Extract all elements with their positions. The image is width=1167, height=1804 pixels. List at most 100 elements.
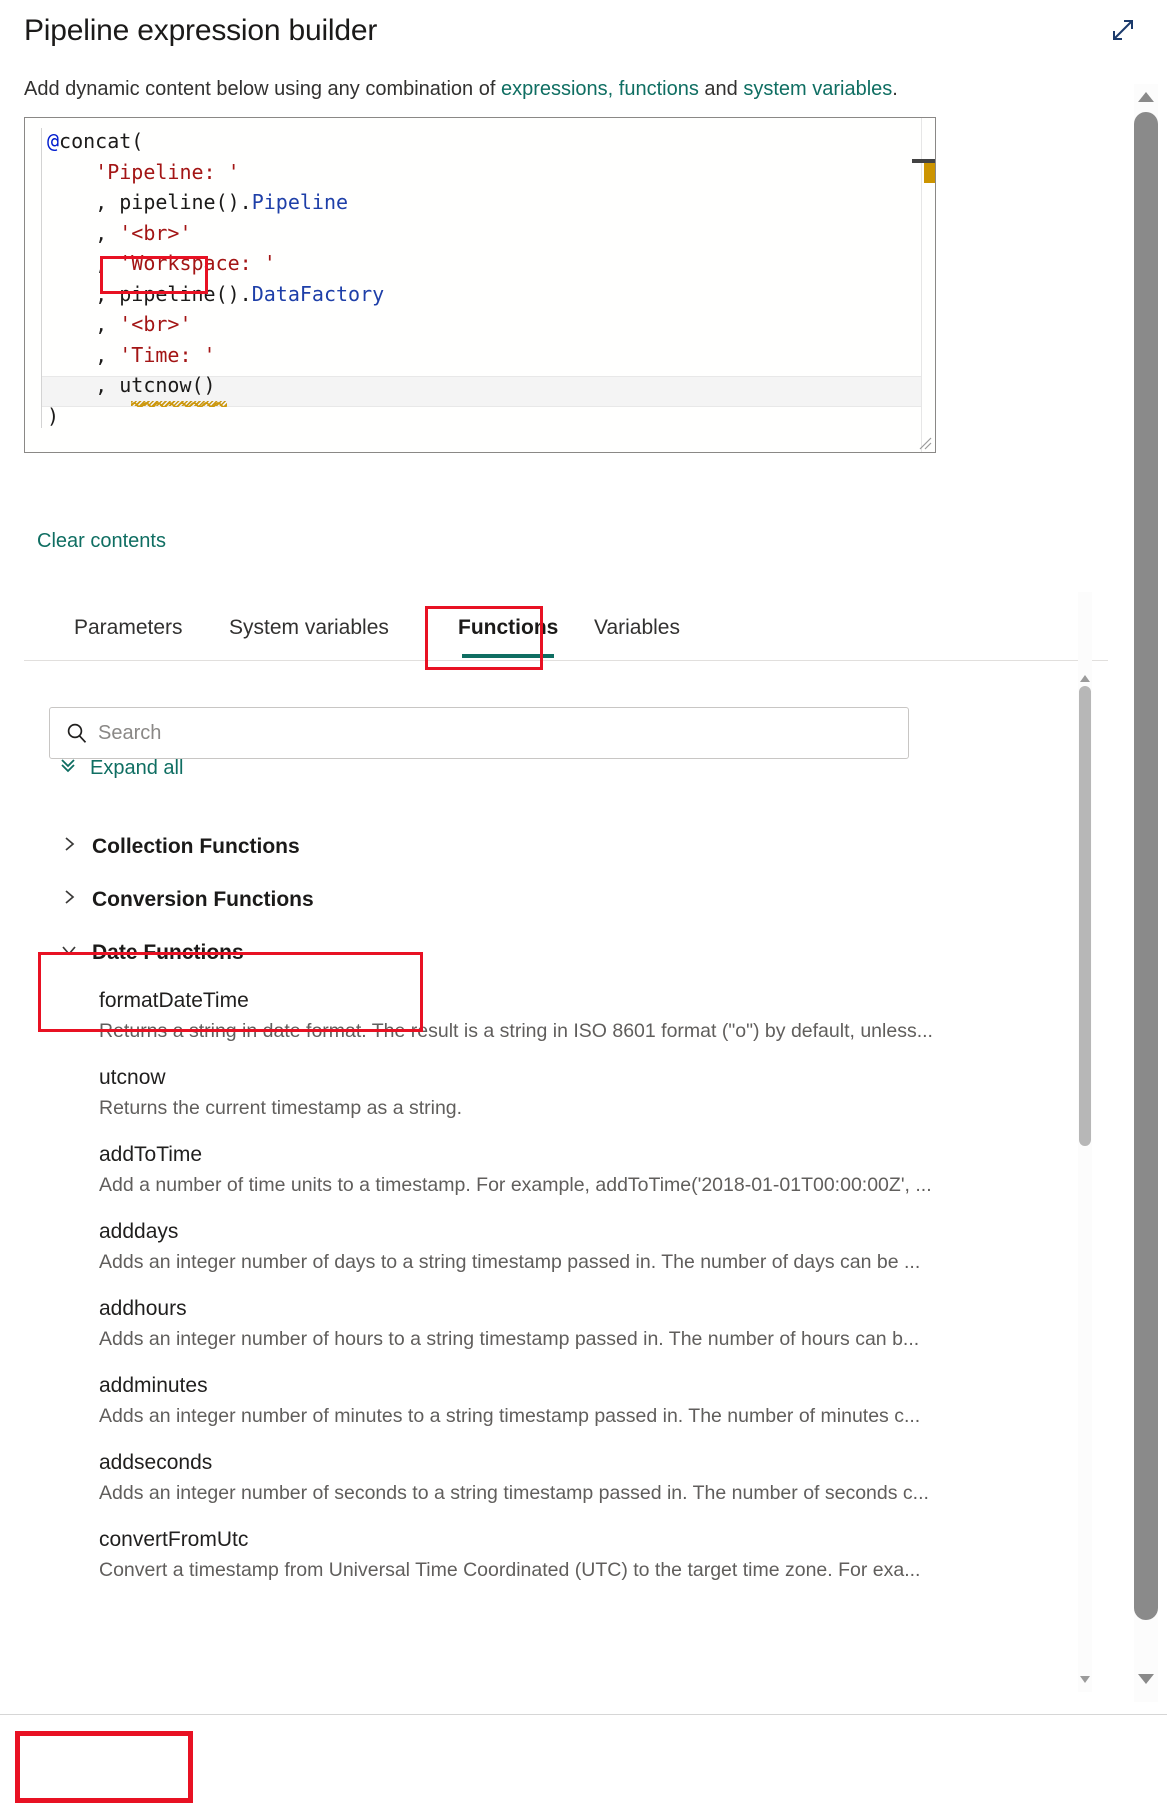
tree-group-date-functions[interactable]: Date Functions <box>49 926 1084 979</box>
tab-variables[interactable]: Variables <box>594 600 680 660</box>
chevron-right-icon <box>60 888 78 911</box>
subtitle-mid: and <box>698 78 744 100</box>
code-token: utcnow() <box>119 373 216 397</box>
search-box[interactable] <box>49 707 909 759</box>
code-token: , <box>47 251 120 275</box>
function-name: adddays <box>99 1220 179 1243</box>
tab-label: Parameters <box>74 616 183 639</box>
tree-group-label: Collection Functions <box>92 834 300 858</box>
code-token: pipeline() <box>119 281 240 306</box>
dialog-subtitle: Add dynamic content below using any comb… <box>24 78 898 101</box>
tab-functions[interactable]: Functions <box>458 600 558 660</box>
function-name: addToTime <box>99 1143 203 1166</box>
expand-dialog-button[interactable] <box>1101 10 1145 54</box>
tab-label: Functions <box>458 616 559 639</box>
editor-line-1: @concat( <box>47 126 384 157</box>
link-functions[interactable]: functions <box>619 78 699 100</box>
code-token: , <box>47 312 120 336</box>
link-system-variables[interactable]: system variables <box>743 78 892 100</box>
functions-list-scrollbar-thumb[interactable] <box>1079 686 1091 1146</box>
dialog-scroll-down-arrow[interactable] <box>1134 1668 1158 1690</box>
functions-list-scroll-down-arrow[interactable] <box>1079 1672 1091 1686</box>
function-description: Adds an integer number of seconds to a s… <box>99 1482 929 1504</box>
link-expressions[interactable]: expressions, <box>501 78 613 100</box>
editor-line-8: , 'Time: ' <box>47 340 384 371</box>
function-name: formatDateTime <box>99 989 249 1012</box>
dialog-header: Pipeline expression builder <box>0 0 1167 72</box>
editor-line-9: , utcnow() <box>47 370 384 401</box>
code-token: '<br>' <box>119 312 192 336</box>
function-description: Adds an integer number of minutes to a s… <box>99 1405 921 1427</box>
expand-all-button[interactable]: Expand all <box>58 755 183 781</box>
tree-group-label: Conversion Functions <box>92 887 314 911</box>
function-name: addseconds <box>99 1451 213 1474</box>
function-list-item[interactable]: convertFromUtc Convert a timestamp from U… <box>49 1518 1084 1595</box>
function-description: Convert a timestamp from Universal Time … <box>99 1559 921 1581</box>
code-token: , <box>47 342 120 367</box>
code-token: Pipeline <box>251 190 349 214</box>
code-token: 'Time: ' <box>119 342 216 367</box>
code-token: concat( <box>59 129 144 153</box>
function-name: utcnow <box>99 1066 166 1089</box>
function-list-item[interactable]: addminutes Adds an integer number of minu… <box>49 1364 1084 1441</box>
function-list-item[interactable]: addseconds Adds an integer number of seco… <box>49 1441 1084 1518</box>
function-list-item[interactable]: addToTime Add a number of time units to a… <box>49 1133 1084 1210</box>
tab-label: Variables <box>594 616 680 639</box>
editor-line-7: , '<br>' <box>47 309 384 340</box>
tab-label: System variables <box>229 616 389 639</box>
function-list-item[interactable]: addhours Adds an integer number of hours … <box>49 1287 1084 1364</box>
tree-group-collection-functions[interactable]: Collection Functions <box>49 820 1084 873</box>
search-input[interactable] <box>98 721 908 745</box>
code-token: ) <box>47 403 60 428</box>
code-token: @ <box>47 129 60 153</box>
code-token: , <box>47 220 120 245</box>
editor-line-3: , pipeline().Pipeline <box>47 187 384 218</box>
editor-line-6: , pipeline().DataFactory <box>47 279 384 310</box>
function-list-item[interactable]: utcnow Returns the current timestamp as a… <box>49 1056 1084 1133</box>
search-icon <box>66 722 88 744</box>
functions-list-panel: Collection Functions Conversion Functions… <box>49 820 1084 1690</box>
chevron-right-icon <box>60 835 78 858</box>
code-token: pipeline() <box>119 190 240 214</box>
code-token: '<br>' <box>119 220 192 245</box>
function-list-item[interactable]: formatDateTime Returns a string in date f… <box>49 979 1084 1056</box>
subtitle-suffix: . <box>892 78 898 100</box>
editor-line-5: , 'Workspace: ' <box>47 248 384 279</box>
functions-list-scroll-up-arrow[interactable] <box>1079 672 1091 686</box>
function-name: convertFromUtc <box>99 1528 249 1551</box>
function-description: Add a number of time units to a timestam… <box>99 1174 932 1196</box>
tab-system-variables[interactable]: System variables <box>229 600 389 660</box>
dialog-scroll-up-arrow[interactable] <box>1134 86 1158 108</box>
code-token: DataFactory <box>251 281 385 306</box>
dialog-footer: OK Cancel <box>0 1715 1167 1804</box>
clear-contents-link[interactable]: Clear contents <box>37 530 166 553</box>
tab-bar-divider <box>24 660 1108 661</box>
editor-overview-ruler[interactable] <box>912 118 935 452</box>
dialog-scrollbar-thumb[interactable] <box>1134 112 1158 1620</box>
function-name: addhours <box>99 1297 187 1320</box>
editor-resize-handle[interactable] <box>918 436 932 450</box>
code-token: 'Pipeline: ' <box>95 159 240 184</box>
tab-bar: Parameters System variables Functions Varia… <box>24 600 1104 664</box>
code-token: , <box>47 190 120 214</box>
expand-all-label: Expand all <box>90 756 184 779</box>
editor-code-content[interactable]: @concat( 'Pipeline: ' , pipeline().Pipel… <box>47 126 384 431</box>
function-description: Returns the current timestamp as a strin… <box>99 1097 463 1119</box>
editor-line-2: 'Pipeline: ' <box>47 157 384 188</box>
expand-diagonal-icon <box>1108 15 1138 50</box>
editor-gutter <box>25 118 41 452</box>
editor-line-4: , '<br>' <box>47 218 384 249</box>
tree-group-conversion-functions[interactable]: Conversion Functions <box>49 873 1084 926</box>
function-list-item[interactable]: adddays Adds an integer number of days to… <box>49 1210 1084 1287</box>
expression-editor[interactable]: @concat( 'Pipeline: ' , pipeline().Pipel… <box>24 117 936 453</box>
subtitle-prefix: Add dynamic content below using any comb… <box>24 78 501 100</box>
code-token: . <box>239 281 252 306</box>
tab-parameters[interactable]: Parameters <box>74 600 183 660</box>
code-token: , <box>47 373 120 397</box>
function-description: Returns a string in date format. The res… <box>99 1020 933 1042</box>
function-description: Adds an integer number of days to a stri… <box>99 1251 921 1273</box>
chevron-down-icon <box>60 941 78 964</box>
code-token: , <box>47 281 120 306</box>
function-name: addminutes <box>99 1374 208 1397</box>
editor-warning-marker <box>924 163 935 183</box>
